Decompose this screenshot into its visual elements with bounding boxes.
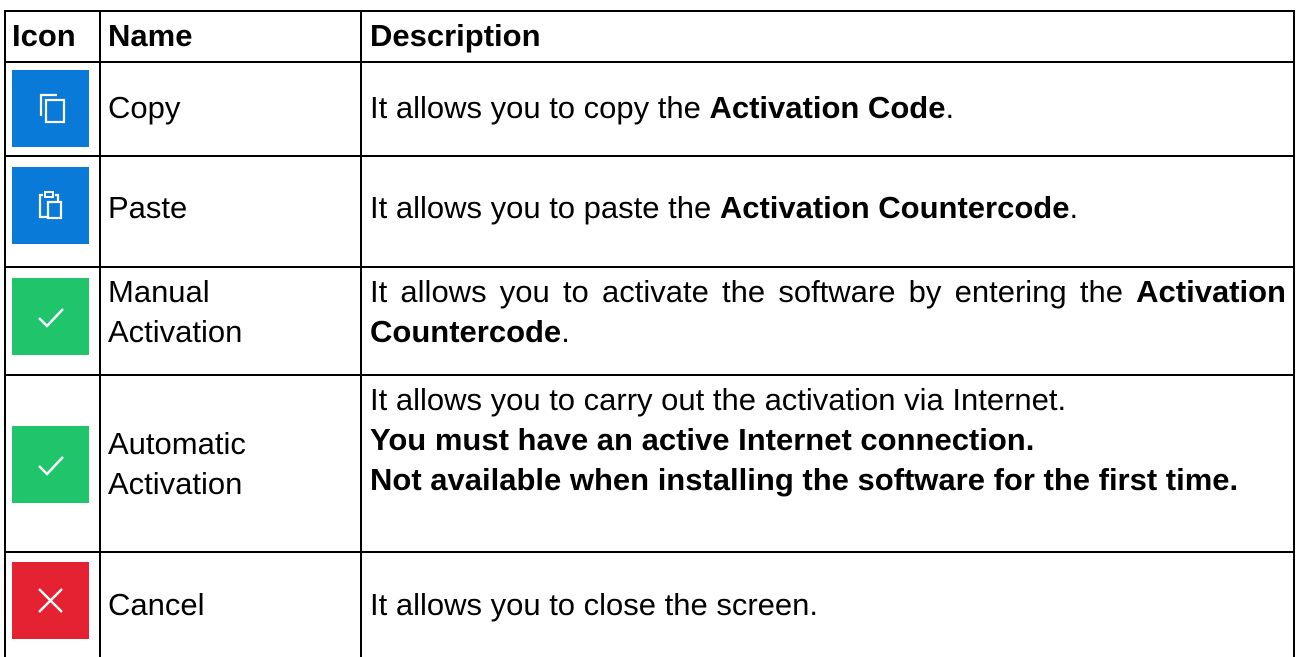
row-description: It allows you to close the screen. bbox=[370, 587, 819, 622]
row-divider bbox=[4, 61, 1295, 63]
row-divider bbox=[4, 551, 1295, 553]
checkmark-icon bbox=[12, 278, 89, 355]
header-name: Name bbox=[108, 18, 193, 53]
row-name: Paste bbox=[108, 190, 188, 225]
header-icon: Icon bbox=[12, 18, 76, 53]
row-divider bbox=[4, 266, 1295, 268]
row-name: Automatic Activation bbox=[108, 426, 246, 501]
row-description: It allows you to carry out the activatio… bbox=[370, 382, 1239, 497]
copy-icon bbox=[12, 70, 89, 147]
table-border-right bbox=[1293, 10, 1295, 657]
row-description: It allows you to activate the software b… bbox=[370, 274, 1286, 349]
row-divider bbox=[4, 374, 1295, 376]
close-icon bbox=[12, 562, 89, 639]
row-name: Manual Activation bbox=[108, 274, 243, 349]
table-border-top bbox=[4, 10, 1295, 12]
checkmark-icon bbox=[12, 426, 89, 503]
column-divider bbox=[99, 10, 101, 657]
table-border-left bbox=[4, 10, 6, 657]
header-description: Description bbox=[370, 18, 541, 53]
column-divider bbox=[360, 10, 362, 657]
row-name: Cancel bbox=[108, 587, 205, 622]
row-divider bbox=[4, 155, 1295, 157]
row-description: It allows you to copy the Activation Cod… bbox=[370, 90, 955, 125]
row-name: Copy bbox=[108, 90, 181, 125]
paste-icon bbox=[12, 167, 89, 244]
row-description: It allows you to paste the Activation Co… bbox=[370, 190, 1079, 225]
